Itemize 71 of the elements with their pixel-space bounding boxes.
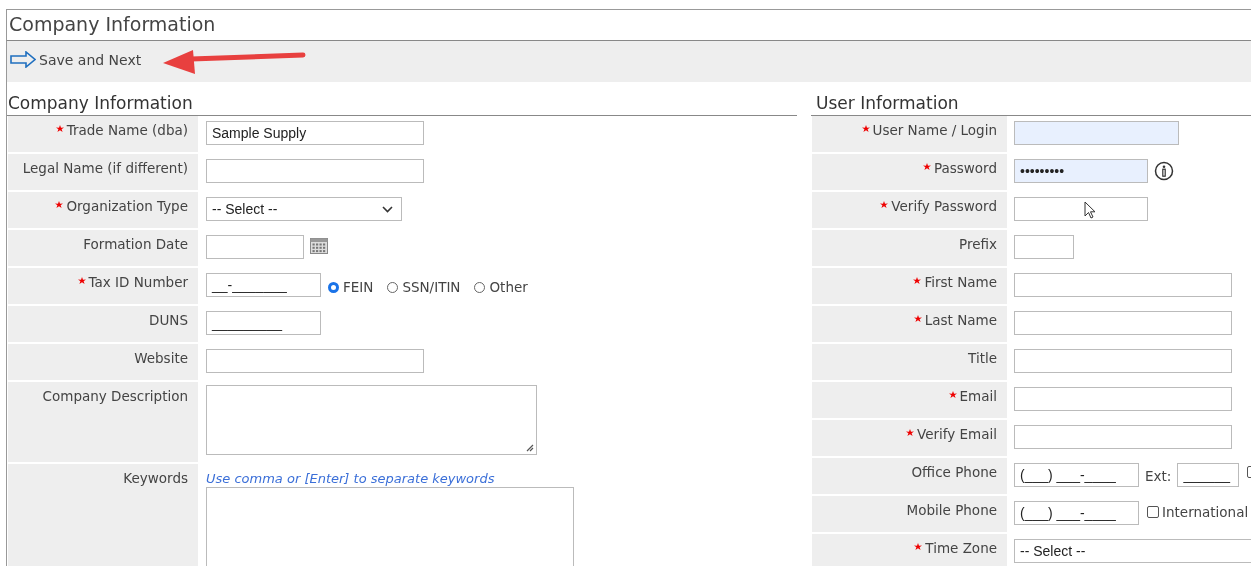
ext-label: Ext: [1145, 468, 1172, 484]
input-field[interactable]: ______ [1177, 463, 1240, 487]
checkbox-label: International [1162, 504, 1249, 520]
input-field[interactable] [206, 159, 424, 183]
field-label: Keywords [123, 470, 188, 486]
field-label: Password [933, 160, 997, 176]
required-icon [905, 429, 914, 437]
radio-button[interactable] [328, 281, 339, 293]
field-label: Time Zone [925, 540, 997, 556]
required-icon [913, 315, 922, 323]
input-field[interactable]: ••••••••• [1014, 159, 1148, 183]
field-label: DUNS [149, 312, 188, 328]
input-field[interactable] [1014, 387, 1232, 411]
input-field[interactable]: (___) ___-____ [1014, 463, 1139, 487]
field-label: Verify Email [916, 426, 997, 442]
resize-handle-icon[interactable] [526, 444, 534, 452]
field-label: Trade Name (dba) [66, 122, 188, 138]
required-icon [922, 163, 931, 171]
required-icon [913, 277, 922, 285]
field-label: Email [959, 388, 997, 404]
hint-text: Use comma or [Enter] to separate keywords [206, 471, 496, 486]
required-icon [861, 125, 870, 133]
field-label: Verify Password [891, 198, 997, 214]
field-label: Website [134, 350, 188, 366]
input-field[interactable] [1014, 425, 1232, 449]
required-icon [948, 391, 957, 399]
field-label: Last Name [924, 312, 997, 328]
input-field[interactable]: (___) ___-____ [1014, 501, 1139, 525]
info-icon[interactable] [1154, 161, 1174, 181]
input-field[interactable]: __-_______ [206, 273, 321, 297]
input-field[interactable]: _________ [206, 311, 321, 335]
text-area[interactable] [206, 487, 574, 566]
chevron-down-icon [382, 205, 393, 213]
radio-label: Other [489, 279, 528, 295]
field-label: Title [968, 350, 997, 366]
radio-label: SSN/ITIN [402, 279, 461, 295]
field-label: Prefix [959, 236, 997, 252]
required-icon [55, 125, 64, 133]
input-field[interactable] [1014, 197, 1148, 221]
required-icon [55, 201, 64, 209]
required-icon [880, 201, 889, 209]
radio-button[interactable] [474, 281, 486, 293]
input-field[interactable] [1014, 235, 1074, 259]
save-and-next-button[interactable]: Save and Next [10, 51, 142, 68]
input-field[interactable] [206, 235, 304, 259]
required-icon [914, 543, 923, 551]
arrow-right-icon [10, 51, 36, 68]
field-label: First Name [924, 274, 997, 290]
input-field[interactable]: Sample Supply [206, 121, 424, 145]
input-field[interactable] [1014, 121, 1179, 145]
radio-label: FEIN [343, 279, 374, 295]
field-label: Company Description [42, 388, 188, 404]
select-dropdown[interactable]: -- Select -- [206, 197, 402, 221]
field-label: Formation Date [83, 236, 188, 252]
input-field[interactable] [1014, 349, 1232, 373]
field-label: Mobile Phone [906, 502, 997, 518]
field-label: Office Phone [911, 464, 997, 480]
input-field[interactable] [1014, 273, 1232, 297]
field-label: User Name / Login [872, 122, 997, 138]
input-field[interactable] [206, 349, 424, 373]
radio-button[interactable] [387, 281, 399, 293]
input-field[interactable] [1014, 311, 1232, 335]
field-label: Legal Name (if different) [22, 160, 188, 176]
field-label: Organization Type [66, 198, 188, 214]
calendar-icon[interactable] [310, 238, 328, 254]
checkbox[interactable] [1147, 506, 1159, 518]
field-label: Tax ID Number [88, 274, 188, 290]
select-dropdown[interactable]: -- Select -- [1014, 539, 1251, 563]
page-title: Company Information [8, 12, 216, 35]
required-icon [77, 277, 86, 285]
cursor-icon [1084, 201, 1096, 219]
